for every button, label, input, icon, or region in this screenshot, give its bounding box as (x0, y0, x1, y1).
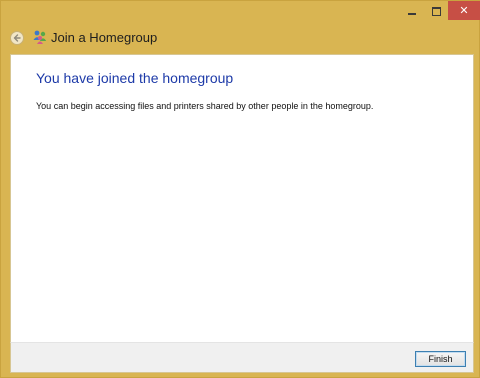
content-panel: You have joined the homegroup You can be… (10, 54, 474, 342)
page-heading: You have joined the homegroup (36, 70, 234, 86)
title-bar: ✕ (1, 1, 480, 23)
back-button[interactable] (10, 31, 24, 45)
window-title: Join a Homegroup (51, 30, 158, 45)
navigation-bar: Join a Homegroup (1, 26, 479, 50)
close-button[interactable]: ✕ (448, 1, 480, 20)
description-text: You can begin accessing files and printe… (36, 101, 374, 111)
minimize-button[interactable] (400, 1, 424, 21)
maximize-icon (431, 6, 441, 16)
footer-bar: Finish (10, 342, 474, 373)
maximize-button[interactable] (424, 1, 448, 21)
homegroup-icon (33, 30, 47, 44)
back-arrow-icon (13, 34, 21, 42)
close-icon: ✕ (459, 4, 469, 17)
minimize-icon (408, 13, 416, 15)
homegroup-wizard-window: ✕ Join a Homegroup You have joined the h… (0, 0, 480, 378)
finish-button[interactable]: Finish (415, 351, 466, 367)
